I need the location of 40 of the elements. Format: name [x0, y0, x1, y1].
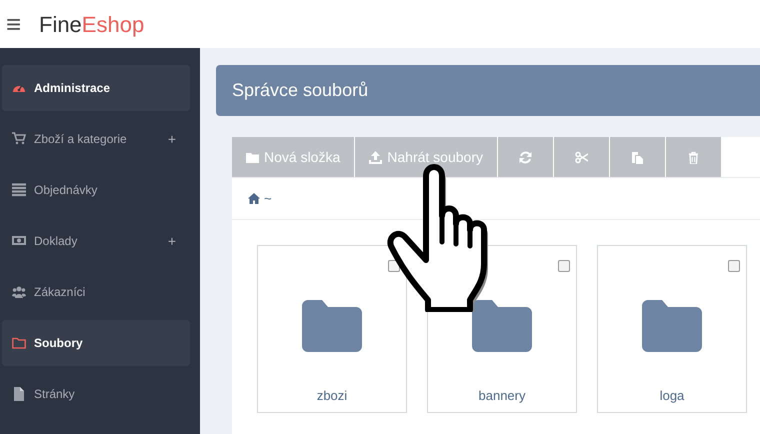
trash-button[interactable] — [666, 137, 721, 177]
breadcrumb-path[interactable]: ~ — [264, 188, 272, 208]
folder-name[interactable]: loga — [660, 386, 684, 406]
sidebar-item[interactable]: Administrace — [2, 65, 190, 111]
users-icon — [12, 285, 26, 299]
refresh-button[interactable] — [498, 137, 553, 177]
sidebar-item[interactable]: Soubory — [2, 320, 190, 366]
expand-icon[interactable]: + — [168, 128, 176, 150]
refresh-icon — [518, 150, 532, 164]
folder-icon — [642, 300, 702, 352]
brand-logo: FineEshop — [39, 10, 144, 39]
checkbox[interactable] — [558, 260, 570, 272]
home-icon[interactable] — [248, 193, 260, 204]
sidebar-item[interactable]: Stránky — [2, 371, 190, 417]
scissors-button[interactable] — [554, 137, 609, 177]
folder-name[interactable]: zbozi — [316, 386, 348, 406]
sidebar-item[interactable]: Objednávky — [2, 167, 190, 213]
folder-icon — [246, 150, 259, 164]
page-title: Správce souborů — [232, 79, 368, 102]
folder-icon — [12, 336, 26, 350]
sidebar-item[interactable]: Zboží a kategorie + — [2, 116, 190, 162]
scissors-icon — [574, 150, 588, 164]
folder-name[interactable]: bannery — [478, 386, 526, 406]
upload-icon — [369, 150, 382, 164]
folder-card[interactable]: zbozi — [257, 245, 407, 413]
checkbox[interactable] — [728, 260, 740, 272]
list-icon — [12, 183, 26, 197]
sidebar-item[interactable]: Zákazníci — [2, 269, 190, 315]
expand-icon[interactable]: + — [168, 230, 176, 252]
trash-icon — [686, 150, 700, 164]
file-icon — [12, 387, 26, 401]
folder-card[interactable]: loga — [597, 245, 747, 413]
documents-icon — [630, 150, 644, 164]
cart-icon — [12, 132, 26, 146]
menu-icon[interactable]: ≡ — [6, 11, 26, 37]
folder-icon — [472, 300, 532, 352]
folder-icon — [302, 300, 362, 352]
sidebar-item[interactable]: Doklady + — [2, 218, 190, 264]
banknote-icon — [12, 234, 26, 248]
documents-button[interactable] — [610, 137, 665, 177]
